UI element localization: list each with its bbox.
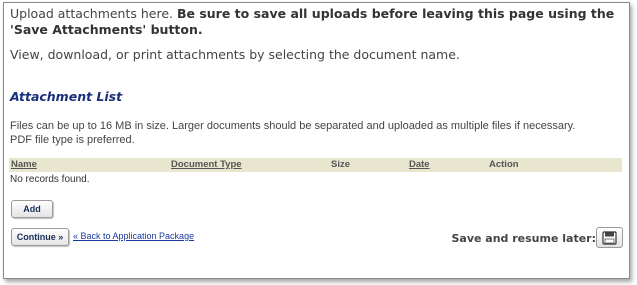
- upload-instructions: Upload attachments here. Be sure to save…: [10, 6, 620, 38]
- view-instructions: View, download, or print attachments by …: [10, 47, 460, 62]
- add-attachment-button[interactable]: Add: [11, 200, 53, 218]
- continue-button[interactable]: Continue »: [11, 228, 69, 246]
- column-header-action: Action: [489, 159, 519, 170]
- save-resume-button[interactable]: [596, 227, 623, 248]
- file-type-note-line2: PDF file type is preferred.: [10, 134, 135, 146]
- column-header-size: Size: [331, 159, 351, 170]
- file-size-note: Files can be up to 16 MB in size. Larger…: [10, 119, 620, 147]
- column-header-name[interactable]: Name: [11, 159, 37, 170]
- file-size-note-line1: Files can be up to 16 MB in size. Larger…: [10, 120, 576, 132]
- save-resume-label: Save and resume later:: [451, 232, 596, 245]
- column-header-document-type[interactable]: Document Type: [171, 159, 242, 170]
- back-to-application-package-link[interactable]: « Back to Application Package: [73, 231, 194, 241]
- floppy-disk-icon: [602, 230, 617, 245]
- attachments-panel: Upload attachments here. Be sure to save…: [3, 2, 630, 279]
- upload-instructions-plain: Upload attachments here.: [10, 6, 177, 21]
- empty-table-message: No records found.: [10, 174, 90, 185]
- column-header-date[interactable]: Date: [409, 159, 430, 170]
- attachment-list-title: Attachment List: [10, 89, 123, 104]
- attachment-table-header: Name Document Type Size Date Action: [9, 158, 622, 172]
